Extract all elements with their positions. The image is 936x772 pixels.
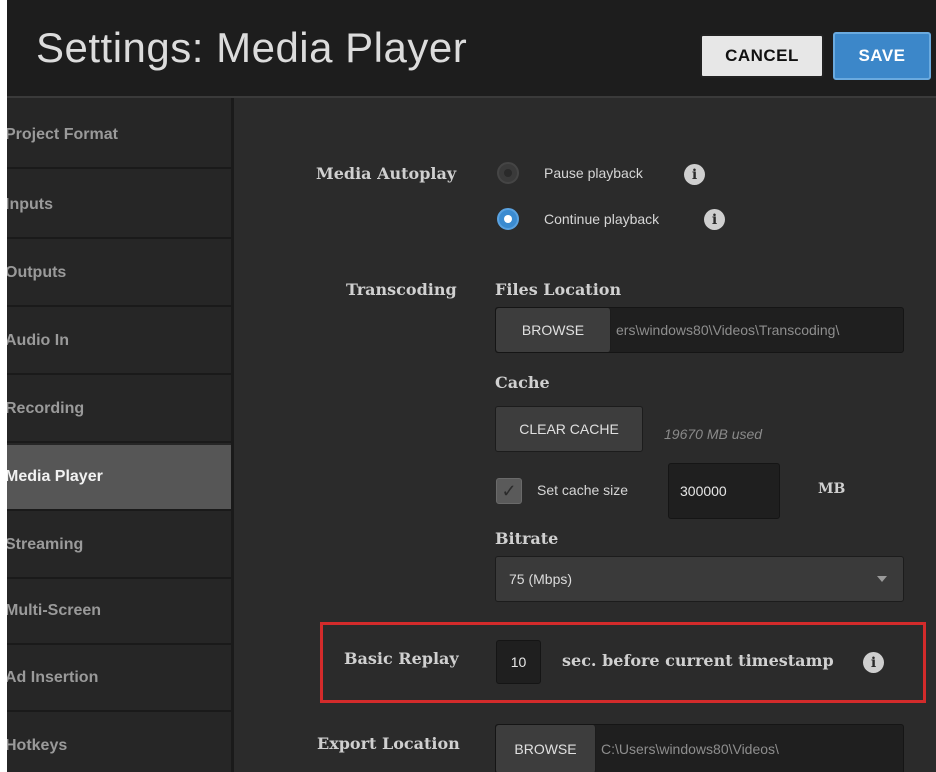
sidebar-item-label: Ad Insertion [7, 669, 99, 686]
files-browse-button[interactable]: BROWSE [496, 308, 611, 352]
replay-suffix-text: sec. before current timestamp [562, 651, 834, 670]
info-icon[interactable]: i [704, 209, 725, 230]
sidebar-item-inputs[interactable]: Inputs [7, 173, 231, 239]
sidebar-item-label: Audio In [7, 332, 69, 349]
bitrate-select[interactable]: 75 (Mbps) [495, 556, 904, 602]
files-location-value: ers\windows80\Videos\Transcoding\ [616, 322, 840, 338]
pause-playback-label: Pause playback [544, 165, 643, 181]
sidebar-item-label: Project Format [7, 126, 118, 143]
save-button[interactable]: SAVE [833, 32, 931, 80]
info-icon[interactable]: i [863, 652, 884, 673]
pause-playback-radio[interactable] [497, 162, 519, 184]
sidebar-item-label: Media Player [7, 468, 103, 485]
settings-sidebar: Project Format Inputs Outputs Audio In R… [7, 98, 234, 772]
export-location-field[interactable]: BROWSE C:\Users\windows80\Videos\ [495, 724, 904, 772]
clear-cache-button[interactable]: CLEAR CACHE [495, 406, 643, 452]
cache-size-input[interactable]: 300000 [668, 463, 780, 519]
settings-window: Settings: Media Player CANCEL SAVE Proje… [7, 0, 936, 772]
continue-playback-radio[interactable] [497, 208, 519, 230]
sidebar-item-hotkeys[interactable]: Hotkeys [7, 714, 231, 772]
sidebar-item-ad-insertion[interactable]: Ad Insertion [7, 646, 231, 712]
sidebar-item-audio-in[interactable]: Audio In [7, 309, 231, 375]
sidebar-item-streaming[interactable]: Streaming [7, 513, 231, 579]
cache-label: Cache [495, 373, 550, 392]
page-title: Settings: Media Player [36, 24, 468, 71]
sidebar-item-label: Hotkeys [7, 737, 68, 754]
files-location-label: Files Location [495, 280, 622, 299]
sidebar-item-recording[interactable]: Recording [7, 377, 231, 443]
media-autoplay-label: Media Autoplay [316, 164, 457, 183]
sidebar-item-label: Outputs [7, 264, 67, 281]
basic-replay-label: Basic Replay [344, 649, 459, 668]
set-cache-size-label: Set cache size [537, 482, 629, 498]
export-location-label: Export Location [317, 734, 460, 753]
info-icon[interactable]: i [684, 164, 705, 185]
sidebar-item-project-format[interactable]: Project Format [7, 103, 231, 169]
export-location-value: C:\Users\windows80\Videos\ [601, 741, 779, 757]
chevron-down-icon [877, 576, 887, 582]
sidebar-item-label: Streaming [7, 536, 84, 553]
continue-playback-label: Continue playback [544, 211, 660, 227]
sidebar-item-label: Multi-Screen [7, 602, 102, 619]
cancel-button[interactable]: CANCEL [700, 34, 824, 78]
sidebar-item-outputs[interactable]: Outputs [7, 241, 231, 307]
sidebar-item-multi-screen[interactable]: Multi-Screen [7, 579, 231, 645]
sidebar-item-media-player[interactable]: Media Player [7, 445, 231, 511]
sidebar-item-label: Inputs [7, 196, 53, 213]
checkmark-icon: ✓ [501, 480, 517, 501]
transcoding-label: Transcoding [346, 280, 457, 299]
replay-seconds-input[interactable]: 10 [496, 640, 541, 684]
cache-used-text: 19670 MB used [664, 426, 763, 442]
bitrate-label: Bitrate [495, 529, 559, 548]
bitrate-value: 75 (Mbps) [509, 571, 573, 587]
export-browse-button[interactable]: BROWSE [496, 725, 596, 772]
cache-size-unit: MB [818, 481, 846, 497]
header-bar: Settings: Media Player CANCEL SAVE [7, 0, 936, 98]
set-cache-size-checkbox[interactable]: ✓ [496, 478, 522, 504]
files-location-field[interactable]: BROWSE ers\windows80\Videos\Transcoding\ [495, 307, 904, 353]
sidebar-item-label: Recording [7, 400, 85, 417]
